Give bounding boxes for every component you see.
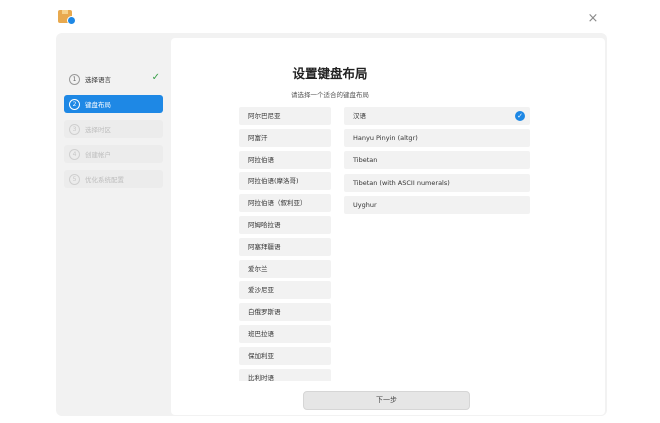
step-label: 选择时区 <box>85 126 111 134</box>
next-button[interactable]: 下一步 <box>303 391 470 410</box>
language-item[interactable]: 阿拉伯语 <box>239 150 331 169</box>
language-item[interactable]: 阿尔巴尼亚 <box>239 107 331 125</box>
step-label: 键盘布局 <box>85 101 111 109</box>
layout-item-selected[interactable]: 汉语 ✓ <box>344 107 530 125</box>
layout-label: 汉语 <box>353 112 366 120</box>
language-item[interactable]: 爱沙尼亚 <box>239 281 331 300</box>
layout-label: Tibetan <box>353 156 378 165</box>
step-label: 创建帐户 <box>85 151 111 159</box>
layout-item[interactable]: Uyghur <box>344 195 530 214</box>
language-item[interactable]: 爱尔兰 <box>239 259 331 278</box>
page-subtitle: 请选择一个适合的键盘布局 <box>291 91 369 99</box>
step-number: 5 <box>69 173 80 185</box>
selected-check-icon: ✓ <box>515 111 525 121</box>
language-item[interactable]: 阿拉伯语（叙利亚） <box>239 194 331 213</box>
keyboard-layout-list[interactable]: 汉语 ✓ Hanyu Pinyin (altgr) Tibetan Tibeta… <box>344 107 530 218</box>
page-title: 设置键盘布局 <box>292 66 368 81</box>
language-item[interactable]: 白俄罗斯语 <box>239 303 331 322</box>
language-item[interactable]: 阿塞拜疆语 <box>239 237 331 256</box>
language-item[interactable]: 阿拉伯语(摩洛哥) <box>239 172 331 191</box>
layout-item[interactable]: Tibetan (with ASCII numerals) <box>344 173 530 192</box>
step-label: 优化系统配置 <box>85 176 124 184</box>
layout-label: Uyghur <box>353 200 377 209</box>
language-item[interactable]: 班巴拉语 <box>239 324 331 343</box>
layout-label: Tibetan (with ASCII numerals) <box>353 178 450 187</box>
layout-item[interactable]: Tibetan <box>344 151 530 170</box>
language-item[interactable]: 比利时语 <box>239 368 331 381</box>
language-item[interactable]: 阿富汗 <box>239 128 331 147</box>
step-number: 2 <box>69 98 80 110</box>
installer-app-icon <box>58 9 76 26</box>
layout-label: Hanyu Pinyin (altgr) <box>353 134 418 143</box>
language-item[interactable]: 保加利亚 <box>239 346 331 365</box>
step-create-account: 4 创建帐户 <box>64 145 163 163</box>
close-icon[interactable]: × <box>586 12 600 26</box>
step-optimize-config: 5 优化系统配置 <box>64 170 163 188</box>
step-number: 3 <box>69 123 80 135</box>
step-select-timezone: 3 选择时区 <box>64 120 163 138</box>
app-icon-drop <box>67 16 76 25</box>
layout-item[interactable]: Hanyu Pinyin (altgr) <box>344 129 530 148</box>
language-list[interactable]: 阿尔巴尼亚 阿富汗 阿拉伯语 阿拉伯语(摩洛哥) 阿拉伯语（叙利亚） 阿姆哈拉语… <box>239 107 331 381</box>
step-number: 4 <box>69 148 80 160</box>
language-item[interactable]: 阿姆哈拉语 <box>239 215 331 234</box>
